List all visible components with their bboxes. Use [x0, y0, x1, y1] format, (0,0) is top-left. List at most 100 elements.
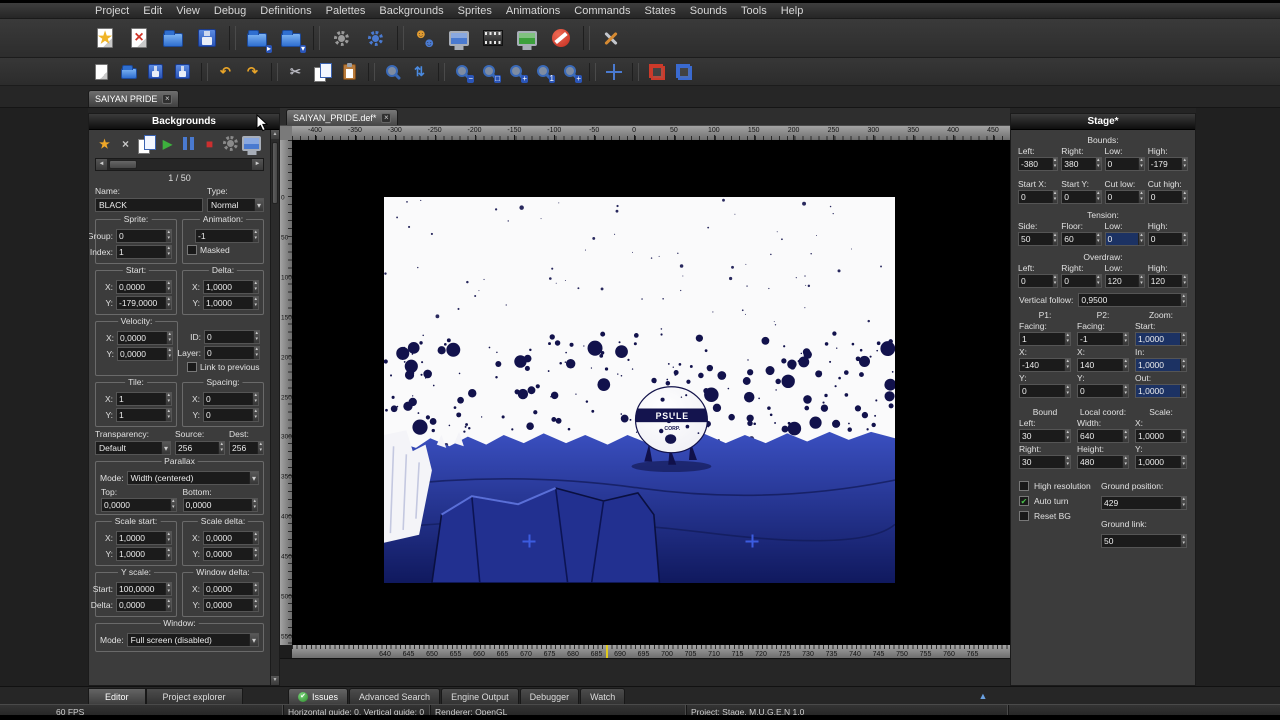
new-project-icon[interactable]: ★ — [90, 23, 120, 53]
sprite-index-spinner[interactable]: 1 — [116, 245, 172, 259]
overdraw-right-spinner[interactable]: 0 — [1061, 274, 1102, 288]
onion-skin-red-icon[interactable] — [645, 60, 668, 83]
play-animation-icon[interactable]: ▶ — [158, 134, 177, 153]
menu-states[interactable]: States — [638, 4, 683, 18]
background-index-slider[interactable]: ◄ ► — [95, 158, 264, 171]
layer-spinner[interactable]: 0 — [204, 346, 260, 360]
settings-icon[interactable] — [326, 23, 356, 53]
zoom-actual-icon[interactable]: 1 — [532, 60, 555, 83]
delta-y-spinner[interactable]: 1,0000 — [203, 296, 259, 310]
background-settings-icon[interactable] — [221, 134, 240, 153]
redo-icon[interactable]: ↷ — [241, 60, 264, 83]
scale-start-x-spinner[interactable]: 1,0000 — [116, 531, 172, 545]
source-spinner[interactable]: 256 — [175, 441, 225, 455]
scale-start-y-spinner[interactable]: 1,0000 — [116, 547, 172, 561]
slider-right-icon[interactable]: ► — [252, 159, 263, 170]
start-y-spinner[interactable]: 0 — [1061, 190, 1102, 204]
timeline-marker[interactable] — [605, 645, 608, 658]
bounds-right-spinner[interactable]: 380 — [1061, 157, 1102, 171]
overdraw-low-spinner[interactable]: 120 — [1104, 274, 1145, 288]
tile-y-spinner[interactable]: 1 — [116, 408, 172, 422]
yscale-delta-spinner[interactable]: 0,0000 — [116, 598, 172, 612]
ground-position-spinner[interactable]: 429 — [1101, 496, 1187, 510]
parallax-mode-dropdown[interactable]: Width (centered) — [126, 471, 259, 485]
backgrounds-scrollbar[interactable]: ▲ ▼ — [270, 130, 279, 685]
start-x-spinner[interactable]: 0 — [1018, 190, 1059, 204]
tab-engine-output[interactable]: Engine Output — [441, 688, 519, 704]
dest-spinner[interactable]: 256 — [229, 441, 264, 455]
cut-high-spinner[interactable]: 0 — [1147, 190, 1188, 204]
menu-sounds[interactable]: Sounds — [683, 4, 734, 18]
scale-x-spinner[interactable]: 1,0000 — [1135, 429, 1187, 443]
tab-advanced-search[interactable]: Advanced Search — [349, 688, 441, 704]
bounds-low-spinner[interactable]: 0 — [1104, 157, 1145, 171]
zoom-out-spinner[interactable]: 1,0000 — [1135, 384, 1187, 398]
menu-sprites[interactable]: Sprites — [451, 4, 499, 18]
tab-watch[interactable]: Watch — [580, 688, 626, 704]
menu-project[interactable]: Project — [88, 4, 136, 18]
stop-animation-icon[interactable]: ■ — [200, 134, 219, 153]
new-file-icon[interactable] — [90, 60, 113, 83]
cut-low-spinner[interactable]: 0 — [1104, 190, 1145, 204]
save-file-icon[interactable] — [144, 60, 167, 83]
swap-icon[interactable]: ⇅ — [408, 60, 431, 83]
scale-delta-y-spinner[interactable]: 0,0000 — [203, 547, 259, 561]
bounds-high-spinner[interactable]: -179 — [1147, 157, 1188, 171]
slider-track[interactable] — [107, 159, 252, 170]
zoom-add-icon[interactable]: + — [559, 60, 582, 83]
add-background-icon[interactable]: ★ — [95, 134, 114, 153]
p2-x-spinner[interactable]: 140 — [1077, 358, 1129, 372]
close-icon[interactable]: × — [162, 94, 173, 104]
menu-edit[interactable]: Edit — [136, 4, 169, 18]
sprite-group-spinner[interactable]: 0 — [116, 229, 172, 243]
tab-issues[interactable]: ✔ Issues — [288, 688, 349, 704]
delete-background-icon[interactable]: × — [116, 134, 135, 153]
spacing-x-spinner[interactable]: 0 — [203, 392, 259, 406]
paste-icon[interactable] — [338, 60, 361, 83]
link-previous-checkbox[interactable] — [187, 362, 197, 372]
menu-tools[interactable]: Tools — [734, 4, 774, 18]
local-height-spinner[interactable]: 480 — [1077, 455, 1129, 469]
copy-icon[interactable] — [311, 60, 334, 83]
start-x-spinner[interactable]: 0,0000 — [116, 280, 172, 294]
tension-side-spinner[interactable]: 50 — [1018, 232, 1059, 246]
high-resolution-checkbox[interactable] — [1019, 481, 1029, 491]
masked-checkbox[interactable] — [187, 245, 197, 255]
save-all-icon[interactable] — [171, 60, 194, 83]
transparency-dropdown[interactable]: Default — [95, 441, 171, 455]
window-delta-x-spinner[interactable]: 0,0000 — [203, 582, 259, 596]
timeline-ruler[interactable]: 640 645 650 655 660 665 670 675 680 685 690 695 700 7… — [292, 645, 1010, 658]
reset-bg-checkbox[interactable] — [1019, 511, 1029, 521]
stop-disable-icon[interactable] — [546, 23, 576, 53]
cut-icon[interactable]: ✂ — [284, 60, 307, 83]
name-field[interactable]: BLACK — [95, 198, 203, 212]
tension-low-spinner[interactable]: 0 — [1104, 232, 1145, 246]
export-files-icon[interactable]: ▾ — [276, 23, 306, 53]
search-icon[interactable] — [381, 60, 404, 83]
zoom-start-spinner[interactable]: 1,0000 — [1135, 332, 1187, 346]
auto-turn-checkbox[interactable]: ✔ — [1019, 496, 1029, 506]
menu-palettes[interactable]: Palettes — [319, 4, 373, 18]
import-files-icon[interactable]: ▸ — [242, 23, 272, 53]
tab-editor[interactable]: Editor — [88, 688, 146, 704]
backgrounds-panel-header[interactable]: Backgrounds — [89, 114, 279, 130]
sprite-view-icon[interactable] — [242, 134, 261, 153]
vertical-ruler[interactable]: 0 50 100 150 200 250 300 350 400 450 500 550 — [280, 140, 292, 645]
scrollbar-thumb[interactable] — [272, 142, 278, 204]
position-crosshair-1[interactable] — [522, 534, 536, 548]
window-mode-dropdown[interactable]: Full screen (disabled) — [126, 633, 259, 647]
overdraw-left-spinner[interactable]: 0 — [1018, 274, 1059, 288]
bound-right-spinner[interactable]: 30 — [1019, 455, 1071, 469]
velocity-y-spinner[interactable]: 0,0000 — [117, 347, 173, 361]
tab-debugger[interactable]: Debugger — [519, 688, 580, 704]
animation-spinner[interactable]: -1 — [195, 229, 259, 243]
p2-y-spinner[interactable]: 0 — [1077, 384, 1129, 398]
stage-panel-header[interactable]: Stage* — [1011, 114, 1195, 130]
horizontal-ruler[interactable]: -400 -350 -300 -250 -200 -150 -100 -50 0 50 100 150… — [292, 126, 1010, 140]
characters-icon[interactable] — [410, 23, 440, 53]
slider-thumb[interactable] — [109, 160, 137, 169]
stage-canvas[interactable]: PSULE CORP. — [292, 140, 1010, 645]
document-tab[interactable]: SAIYAN_PRIDE.def* × — [286, 109, 399, 125]
sprites-editor-icon[interactable] — [444, 23, 474, 53]
tools-icon[interactable] — [596, 23, 626, 53]
